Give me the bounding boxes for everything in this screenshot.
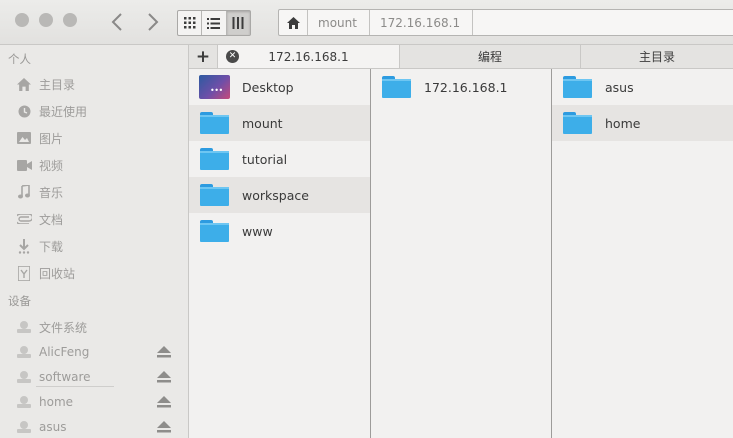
sidebar-item-label: 最近使用 xyxy=(39,104,88,119)
drive-icon xyxy=(16,369,32,385)
list-item[interactable]: mount xyxy=(189,105,370,141)
chevron-left-icon xyxy=(111,13,122,31)
sidebar-item-label: 主目录 xyxy=(39,77,76,92)
paperclip-icon xyxy=(16,211,32,227)
sidebar-item-label: asus xyxy=(39,420,67,434)
grid-icon xyxy=(183,17,196,29)
breadcrumb-item[interactable]: 172.16.168.1 xyxy=(370,10,474,35)
file-name: tutorial xyxy=(242,151,288,167)
sidebar-item-home[interactable]: 主目录 xyxy=(16,73,181,95)
sidebar-item-label: 图片 xyxy=(39,131,64,146)
eject-icon[interactable] xyxy=(157,371,171,383)
sidebar-item-label: 回收站 xyxy=(39,266,76,281)
breadcrumb: mount 172.16.168.1 xyxy=(278,9,733,36)
column-1: ••• Desktop mount tutorial workspace www xyxy=(189,69,371,438)
file-name: home xyxy=(605,115,641,131)
sidebar-item-music[interactable]: 音乐 xyxy=(16,181,181,203)
folder-icon xyxy=(200,184,229,206)
list-item[interactable]: workspace xyxy=(189,177,370,213)
tab-programming[interactable]: 编程 xyxy=(400,45,581,68)
sidebar-item-videos[interactable]: 视频 xyxy=(16,154,181,176)
sidebar-heading-devices: 设备 xyxy=(8,294,31,308)
file-name: mount xyxy=(242,115,283,131)
eject-icon[interactable] xyxy=(157,396,171,408)
file-name: 172.16.168.1 xyxy=(424,79,508,95)
columns-icon xyxy=(232,17,244,29)
sidebar-item-label: 文件系统 xyxy=(39,320,88,335)
folder-icon xyxy=(382,76,411,98)
list-item[interactable]: www xyxy=(189,213,370,249)
video-icon xyxy=(16,157,32,173)
tab-label: 编程 xyxy=(477,50,502,64)
sidebar-item-label: software xyxy=(39,370,91,384)
window-close-button[interactable] xyxy=(15,13,29,27)
drive-icon xyxy=(16,344,32,360)
folder-icon xyxy=(563,112,592,134)
download-icon xyxy=(16,238,32,254)
column-2: 172.16.168.1 xyxy=(371,69,552,438)
new-tab-button[interactable]: + xyxy=(189,45,218,68)
folder-icon xyxy=(563,76,592,98)
sidebar-item-recent[interactable]: 最近使用 xyxy=(16,100,181,122)
sidebar-item-documents[interactable]: 文档 xyxy=(16,208,181,230)
trash-icon xyxy=(16,265,32,281)
folder-icon xyxy=(200,220,229,242)
sidebar-heading-personal: 个人 xyxy=(8,52,31,66)
list-item[interactable]: tutorial xyxy=(189,141,370,177)
list-view-button[interactable] xyxy=(202,11,227,35)
back-button[interactable] xyxy=(106,9,128,35)
tab-home[interactable]: 主目录 xyxy=(581,45,733,68)
column-view-button[interactable] xyxy=(226,11,250,35)
picture-icon xyxy=(16,130,32,146)
home-icon xyxy=(286,16,300,29)
desktop-folder-icon: ••• xyxy=(199,75,230,99)
toolbar: mount 172.16.168.1 xyxy=(0,0,733,45)
tab-label: 172.16.168.1 xyxy=(268,49,349,64)
tab-label: 主目录 xyxy=(638,50,675,64)
window-minimize-button[interactable] xyxy=(39,13,53,27)
icon-view-button[interactable] xyxy=(178,11,203,35)
drive-icon xyxy=(16,394,32,410)
sidebar-item-label: 视频 xyxy=(39,158,64,173)
file-name: Desktop xyxy=(242,79,294,95)
file-name: workspace xyxy=(242,187,309,203)
tab-bar: + ✕ 172.16.168.1 编程 主目录 xyxy=(189,45,733,69)
sidebar-item-label: 文档 xyxy=(39,212,64,227)
sidebar-item-label: 音乐 xyxy=(39,185,64,200)
drive-icon xyxy=(16,419,32,435)
list-item[interactable]: 172.16.168.1 xyxy=(371,69,551,105)
folder-icon xyxy=(200,148,229,170)
window-maximize-button[interactable] xyxy=(63,13,77,27)
tab-172-16-168-1[interactable]: ✕ 172.16.168.1 xyxy=(218,45,400,68)
column-3: asus home xyxy=(552,69,733,438)
list-item[interactable]: home xyxy=(552,105,733,141)
sidebar-item-trash[interactable]: 回收站 xyxy=(16,262,181,284)
home-icon xyxy=(16,76,32,92)
file-name: asus xyxy=(605,79,634,95)
list-item[interactable]: asus xyxy=(552,69,733,105)
eject-icon[interactable] xyxy=(157,346,171,358)
drive-icon xyxy=(16,319,32,335)
sidebar-item-label: AlicFeng xyxy=(39,345,90,359)
view-switcher xyxy=(177,10,251,36)
breadcrumb-item[interactable]: mount xyxy=(308,10,370,35)
sidebar-item-label: 下载 xyxy=(39,239,64,254)
sidebar: 个人 主目录 最近使用 图片 视频 音乐 文档 下载 回收站 设备 文件系统 A… xyxy=(0,45,189,438)
sidebar-item-label: home xyxy=(39,395,74,409)
forward-button[interactable] xyxy=(142,9,164,35)
chevron-right-icon xyxy=(148,13,159,31)
sidebar-item-filesystem[interactable]: 文件系统 xyxy=(16,316,181,338)
folder-icon xyxy=(200,112,229,134)
clock-icon xyxy=(16,103,32,119)
close-icon[interactable]: ✕ xyxy=(226,50,239,63)
breadcrumb-home[interactable] xyxy=(279,10,308,35)
list-item[interactable]: ••• Desktop xyxy=(189,69,370,105)
list-icon xyxy=(207,17,221,29)
sidebar-item-pictures[interactable]: 图片 xyxy=(16,127,181,149)
sidebar-item-downloads[interactable]: 下载 xyxy=(16,235,181,257)
divider xyxy=(36,386,114,387)
eject-icon[interactable] xyxy=(157,421,171,433)
music-icon xyxy=(16,184,32,200)
file-name: www xyxy=(242,223,273,239)
